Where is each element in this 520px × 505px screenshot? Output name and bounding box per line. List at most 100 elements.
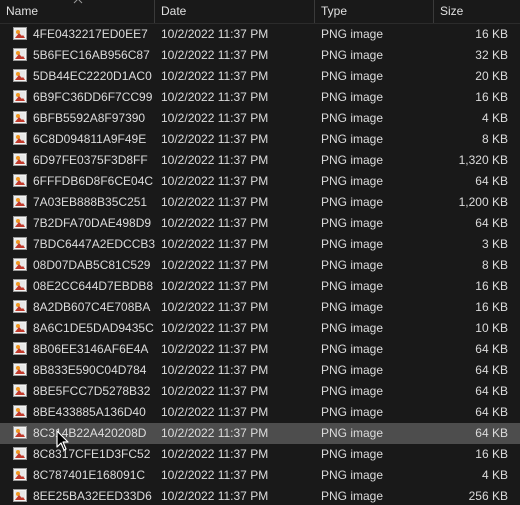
png-image-file-icon [13, 153, 27, 166]
file-size-cell: 8 KB [434, 129, 508, 150]
file-size-cell: 1,320 KB [434, 150, 508, 171]
file-type: PNG image [321, 384, 384, 398]
png-image-file-icon [13, 258, 27, 271]
file-size: 32 KB [475, 48, 508, 62]
file-type: PNG image [321, 321, 384, 335]
file-name-cell: 4FE0432217ED0EE7 [13, 24, 155, 45]
file-row[interactable]: 4FE0432217ED0EE7 10/2/2022 11:37 PM PNG im… [0, 24, 520, 45]
file-name-cell: 8C8317CFE1D3FC52 [13, 444, 155, 465]
file-row[interactable]: 8B06EE3146AF6E4A 10/2/2022 11:37 PM PNG im… [0, 339, 520, 360]
file-name: 7B2DFA70DAE498D9 [33, 216, 152, 230]
column-header-name[interactable]: Name [0, 0, 155, 23]
file-row[interactable]: 7A03EB888B35C251 10/2/2022 11:37 PM PNG im… [0, 192, 520, 213]
file-row[interactable]: 6FFFDB6D8F6CE04C 10/2/2022 11:37 PM PNG im… [0, 171, 520, 192]
file-name-cell: 7A03EB888B35C251 [13, 192, 155, 213]
file-type: PNG image [321, 468, 384, 482]
file-row[interactable]: 5B6FEC16AB956C87 10/2/2022 11:37 PM PNG im… [0, 45, 520, 66]
file-name: 5B6FEC16AB956C87 [33, 48, 150, 62]
file-type: PNG image [321, 342, 384, 356]
mouse-pointer-icon [56, 430, 69, 451]
file-date: 10/2/2022 11:37 PM [161, 174, 269, 188]
file-row[interactable]: 8C787401E168091C 10/2/2022 11:37 PM PNG im… [0, 465, 520, 486]
file-size-cell: 256 KB [434, 486, 508, 505]
file-name-cell: 6BFB5592A8F97390 [13, 108, 155, 129]
column-header-date-label: Date [161, 4, 187, 18]
file-date: 10/2/2022 11:37 PM [161, 321, 269, 335]
file-type: PNG image [321, 132, 384, 146]
file-size-cell: 4 KB [434, 108, 508, 129]
file-size-cell: 16 KB [434, 276, 508, 297]
file-size: 64 KB [475, 405, 508, 419]
column-header-type-label: Type [321, 4, 348, 18]
file-name-cell: 6D97FE0375F3D8FF [13, 150, 155, 171]
file-type-cell: PNG image [321, 129, 431, 150]
column-header-size[interactable]: Size [434, 0, 520, 23]
file-date: 10/2/2022 11:37 PM [161, 258, 269, 272]
file-name-cell: 8B833E590C04D784 [13, 360, 155, 381]
file-type: PNG image [321, 111, 384, 125]
file-date: 10/2/2022 11:37 PM [161, 111, 269, 125]
file-date-cell: 10/2/2022 11:37 PM [161, 108, 311, 129]
file-name-cell: 5B6FEC16AB956C87 [13, 45, 155, 66]
file-row[interactable]: 5DB44EC2220D1AC0 10/2/2022 11:37 PM PNG im… [0, 66, 520, 87]
column-header-type[interactable]: Type [315, 0, 434, 23]
file-date: 10/2/2022 11:37 PM [161, 90, 269, 104]
file-row[interactable]: 8C8317CFE1D3FC52 10/2/2022 11:37 PM PNG im… [0, 444, 520, 465]
file-name-cell: 8A2DB607C4E708BA [13, 297, 155, 318]
png-image-file-icon [13, 468, 27, 481]
file-row[interactable]: 8A6C1DE5DAD9435C 10/2/2022 11:37 PM PNG im… [0, 318, 520, 339]
file-type-cell: PNG image [321, 171, 431, 192]
file-row[interactable]: 8BE433885A136D40 10/2/2022 11:37 PM PNG im… [0, 402, 520, 423]
file-size: 16 KB [475, 279, 508, 293]
file-type: PNG image [321, 363, 384, 377]
file-row[interactable]: 8B833E590C04D784 10/2/2022 11:37 PM PNG im… [0, 360, 520, 381]
png-image-file-icon [13, 27, 27, 40]
file-row[interactable]: 6D97FE0375F3D8FF 10/2/2022 11:37 PM PNG im… [0, 150, 520, 171]
file-size: 20 KB [475, 69, 508, 83]
file-row[interactable]: 08D07DAB5C81C529 10/2/2022 11:37 PM PNG im… [0, 255, 520, 276]
file-date: 10/2/2022 11:37 PM [161, 342, 269, 356]
file-row[interactable]: 8A2DB607C4E708BA 10/2/2022 11:37 PM PNG im… [0, 297, 520, 318]
file-size: 256 KB [468, 489, 508, 503]
column-header-date[interactable]: Date [155, 0, 315, 23]
file-name: 8B06EE3146AF6E4A [33, 342, 149, 356]
png-image-file-icon [13, 363, 27, 376]
file-date-cell: 10/2/2022 11:37 PM [161, 465, 311, 486]
file-type: PNG image [321, 405, 384, 419]
file-size-cell: 64 KB [434, 360, 508, 381]
file-date: 10/2/2022 11:37 PM [161, 195, 269, 209]
file-size: 1,320 KB [458, 153, 508, 167]
file-date: 10/2/2022 11:37 PM [161, 216, 269, 230]
file-row[interactable]: 8C314B22A420208D 10/2/2022 11:37 PM PNG im… [0, 423, 520, 444]
file-row[interactable]: 7B2DFA70DAE498D9 10/2/2022 11:37 PM PNG im… [0, 213, 520, 234]
file-row[interactable]: 7BDC6447A2EDCCB3 10/2/2022 11:37 PM PNG im… [0, 234, 520, 255]
file-name-cell: 8C787401E168091C [13, 465, 155, 486]
file-name: 6C8D094811A9F49E [33, 132, 147, 146]
file-date-cell: 10/2/2022 11:37 PM [161, 360, 311, 381]
file-date-cell: 10/2/2022 11:37 PM [161, 234, 311, 255]
file-date-cell: 10/2/2022 11:37 PM [161, 486, 311, 505]
file-row[interactable]: 6B9FC36DD6F7CC99 10/2/2022 11:37 PM PNG im… [0, 87, 520, 108]
file-size-cell: 4 KB [434, 465, 508, 486]
file-date: 10/2/2022 11:37 PM [161, 405, 269, 419]
file-size: 16 KB [475, 300, 508, 314]
file-row[interactable]: 6C8D094811A9F49E 10/2/2022 11:37 PM PNG im… [0, 129, 520, 150]
file-date-cell: 10/2/2022 11:37 PM [161, 318, 311, 339]
file-name: 8A6C1DE5DAD9435C [33, 321, 154, 335]
file-size-cell: 20 KB [434, 66, 508, 87]
file-type-cell: PNG image [321, 381, 431, 402]
file-row[interactable]: 8EE25BA32EED33D6 10/2/2022 11:37 PM PNG im… [0, 486, 520, 505]
file-name: 8BE433885A136D40 [33, 405, 146, 419]
file-row[interactable]: 6BFB5592A8F97390 10/2/2022 11:37 PM PNG im… [0, 108, 520, 129]
file-date-cell: 10/2/2022 11:37 PM [161, 213, 311, 234]
column-header-name-label: Name [6, 4, 39, 18]
png-image-file-icon [13, 384, 27, 397]
file-name: 4FE0432217ED0EE7 [33, 27, 148, 41]
file-row[interactable]: 08E2CC644D7EBDB8 10/2/2022 11:37 PM PNG im… [0, 276, 520, 297]
file-name: 08E2CC644D7EBDB8 [33, 279, 154, 293]
file-row[interactable]: 8BE5FCC7D5278B32 10/2/2022 11:37 PM PNG im… [0, 381, 520, 402]
column-header-size-label: Size [440, 4, 464, 18]
file-type: PNG image [321, 195, 384, 209]
png-image-file-icon [13, 216, 27, 229]
file-type: PNG image [321, 447, 384, 461]
